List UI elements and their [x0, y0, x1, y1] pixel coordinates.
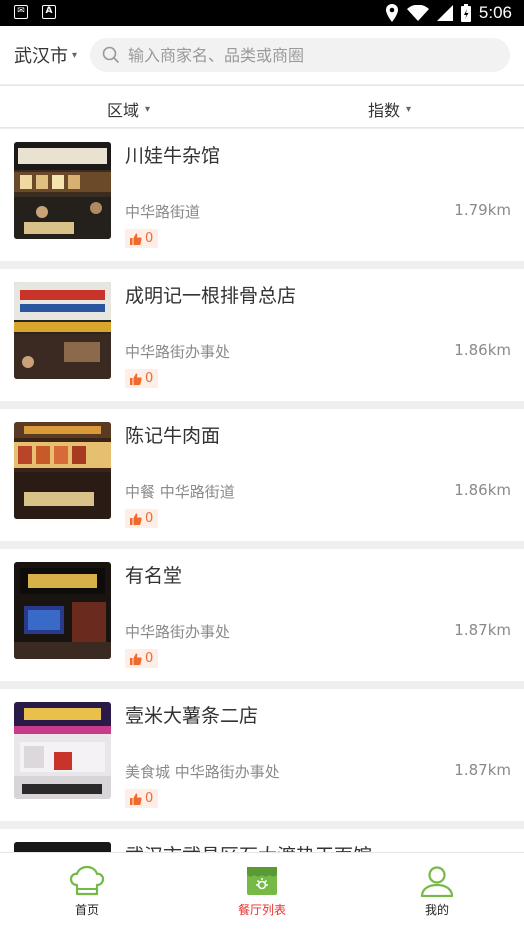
like-count: 0 [145, 231, 154, 246]
restaurant-card[interactable]: 壹米大薯条二店 美食城 中华路街办事处 1.87km 0 [0, 689, 524, 821]
filter-area-label: 区域 [107, 101, 140, 120]
tab-profile-label: 我的 [424, 903, 449, 917]
filter-index[interactable]: 指数 ▾ [368, 97, 411, 121]
user-icon [420, 866, 454, 897]
restaurant-name: 有名堂 [125, 565, 183, 587]
restaurant-photo [14, 142, 111, 239]
tab-home[interactable]: 首页 [27, 865, 147, 918]
search-box[interactable] [90, 38, 510, 72]
bottom-tab-bar: 首页 餐厅列表 我的 [0, 852, 524, 932]
chef-hat-icon [69, 865, 105, 896]
like-badge[interactable]: 0 [125, 369, 159, 388]
restaurant-photo [14, 702, 111, 799]
thumbs-up-icon [130, 653, 142, 665]
thumbs-up-icon [130, 513, 142, 525]
city-selector[interactable]: 武汉市 ▾ [14, 42, 77, 68]
battery-icon [460, 4, 471, 22]
restaurant-distance: 1.79km [454, 201, 511, 219]
tab-restaurant-list[interactable]: 餐厅列表 [202, 865, 322, 918]
top-bar: 武汉市 ▾ [0, 26, 524, 84]
status-bar: ✉ A 5:06 [0, 0, 524, 26]
restaurant-photo [14, 282, 111, 379]
chevron-down-icon: ▾ [145, 103, 151, 115]
restaurant-card[interactable]: 武汉市武昌区石大渡热干面馆 [0, 829, 524, 852]
location-icon [385, 4, 398, 22]
search-input[interactable] [126, 44, 490, 66]
restaurant-list[interactable]: 川娃牛杂馆 中华路街道 1.79km 0 成明记一根排骨总店 中华路街办事处 1… [0, 129, 524, 852]
like-badge[interactable]: 0 [125, 649, 159, 668]
filter-index-label: 指数 [368, 101, 401, 120]
search-icon [102, 46, 120, 64]
restaurant-card[interactable]: 川娃牛杂馆 中华路街道 1.79km 0 [0, 129, 524, 261]
like-badge[interactable]: 0 [125, 509, 159, 528]
tab-profile[interactable]: 我的 [377, 865, 497, 918]
restaurant-name: 壹米大薯条二店 [125, 705, 259, 727]
like-count: 0 [145, 791, 154, 806]
restaurant-distance: 1.86km [454, 341, 511, 359]
app-notification-icon: A [42, 5, 56, 19]
restaurant-name: 武汉市武昌区石大渡热干面馆 [125, 841, 372, 852]
restaurant-photo [14, 842, 111, 852]
restaurant-tags: 中餐 中华路街道 [125, 483, 235, 501]
thumbs-up-icon [130, 373, 142, 385]
filter-bar: 区域 ▾ 指数 ▾ [0, 85, 524, 128]
chevron-down-icon: ▾ [72, 49, 78, 61]
restaurant-photo [14, 562, 111, 659]
tab-restaurant-list-label: 餐厅列表 [237, 903, 286, 917]
restaurant-name: 川娃牛杂馆 [125, 145, 221, 167]
restaurant-tags: 中华路街道 [125, 203, 201, 221]
signal-icon [436, 5, 453, 21]
like-badge[interactable]: 0 [125, 229, 159, 248]
restaurant-tags: 中华路街办事处 [125, 343, 231, 361]
wifi-icon [406, 5, 429, 21]
storefront-icon [247, 867, 277, 895]
email-notification-icon: ✉ [14, 5, 28, 19]
city-label: 武汉市 [14, 46, 68, 67]
restaurant-photo [14, 422, 111, 519]
restaurant-card[interactable]: 有名堂 中华路街办事处 1.87km 0 [0, 549, 524, 681]
like-count: 0 [145, 651, 154, 666]
restaurant-card[interactable]: 成明记一根排骨总店 中华路街办事处 1.86km 0 [0, 269, 524, 401]
restaurant-tags: 美食城 中华路街办事处 [125, 763, 280, 781]
restaurant-distance: 1.87km [454, 761, 511, 779]
filter-area[interactable]: 区域 ▾ [107, 97, 150, 121]
restaurant-name: 陈记牛肉面 [125, 425, 221, 447]
thumbs-up-icon [130, 793, 142, 805]
restaurant-distance: 1.86km [454, 481, 511, 499]
restaurant-tags: 中华路街办事处 [125, 623, 231, 641]
restaurant-name: 成明记一根排骨总店 [125, 285, 297, 307]
restaurant-distance: 1.87km [454, 621, 511, 639]
chevron-down-icon: ▾ [406, 103, 412, 115]
like-count: 0 [145, 511, 154, 526]
like-badge[interactable]: 0 [125, 789, 159, 808]
thumbs-up-icon [130, 233, 142, 245]
restaurant-card[interactable]: 陈记牛肉面 中餐 中华路街道 1.86km 0 [0, 409, 524, 541]
tab-home-label: 首页 [74, 903, 99, 917]
status-time: 5:06 [478, 3, 512, 22]
like-count: 0 [145, 371, 154, 386]
